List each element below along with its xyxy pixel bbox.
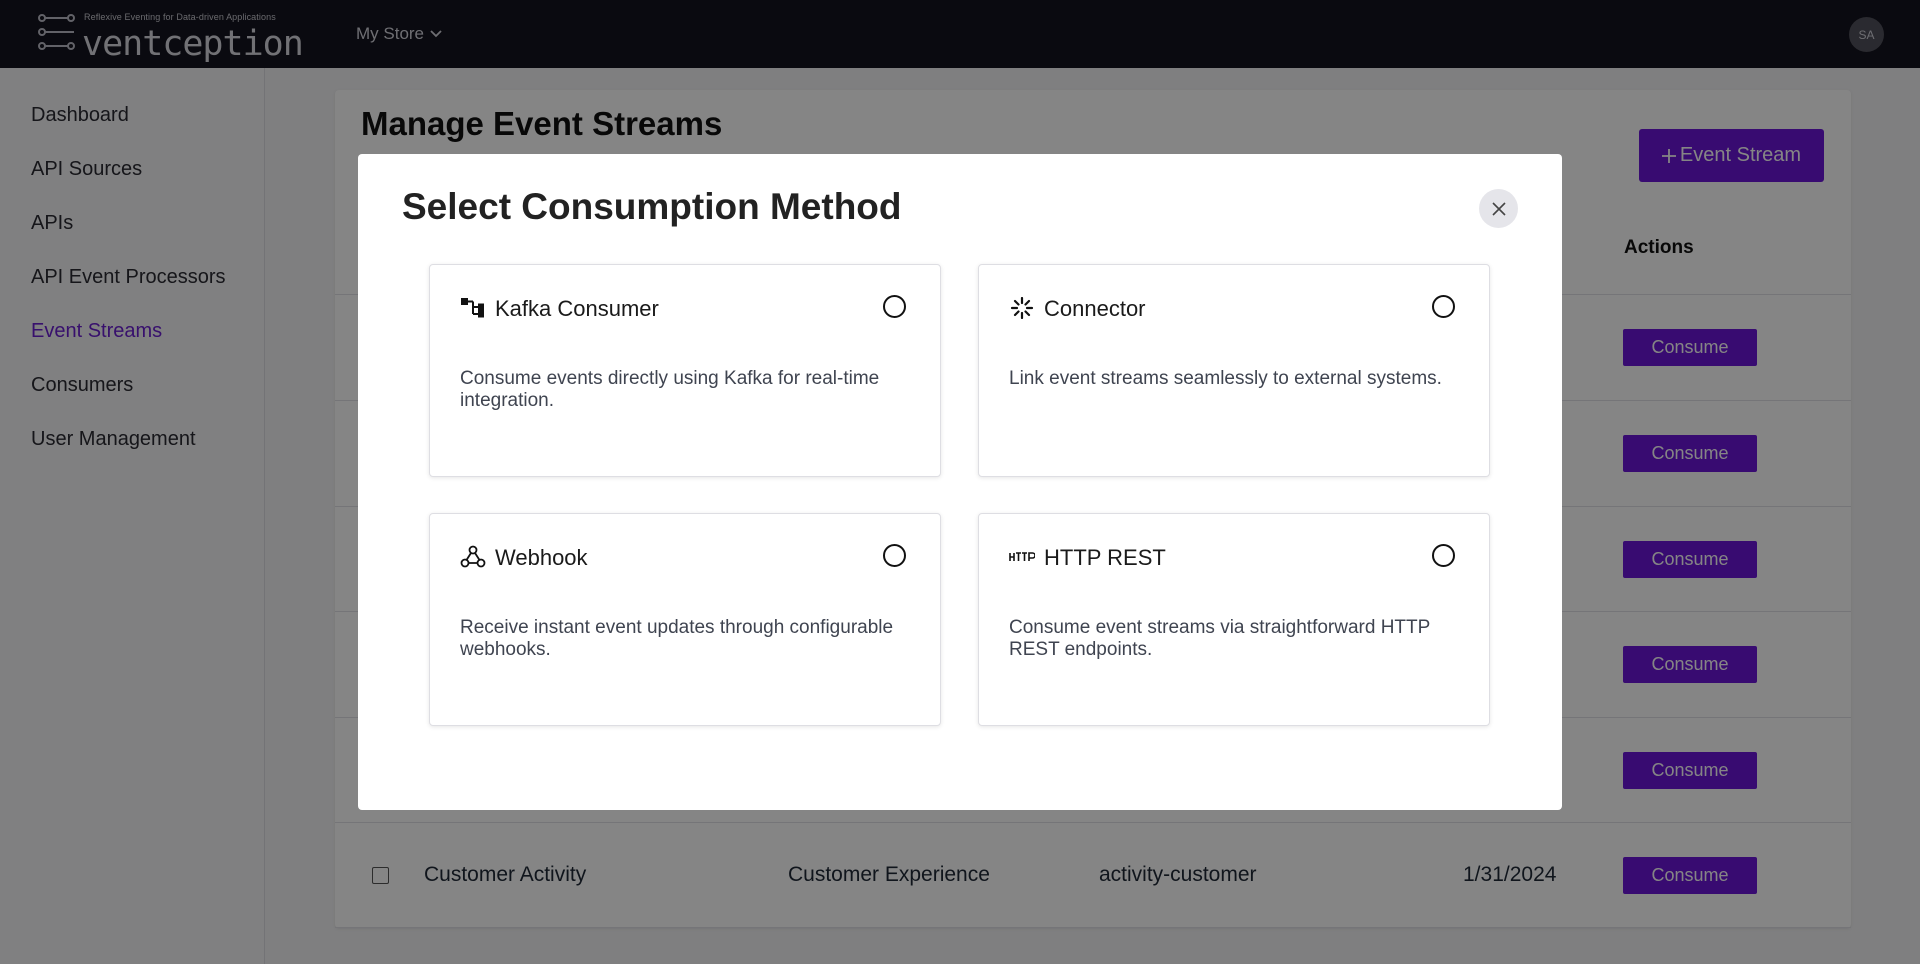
option-title: Kafka Consumer: [495, 296, 659, 321]
option-radio[interactable]: [1432, 544, 1455, 567]
consumption-method-modal: Select Consumption Method Kafka Consumer…: [358, 154, 1562, 810]
option-description: Consume events directly using Kafka for …: [460, 368, 880, 411]
option-description: Link event streams seamlessly to externa…: [1009, 368, 1442, 389]
option-connector[interactable]: Connector Link event streams seamlessly …: [978, 264, 1490, 477]
option-http-rest[interactable]: HTTP REST Consume event streams via stra…: [978, 513, 1490, 726]
option-radio[interactable]: [883, 295, 906, 318]
option-kafka-consumer[interactable]: Kafka Consumer Consume events directly u…: [429, 264, 941, 477]
option-radio[interactable]: [883, 544, 906, 567]
webhook-icon: [460, 545, 486, 568]
modal-title: Select Consumption Method: [402, 186, 902, 227]
close-button[interactable]: [1479, 189, 1518, 228]
option-description: Consume event streams via straightforwar…: [1009, 617, 1430, 660]
option-title: HTTP REST: [1044, 545, 1166, 570]
option-radio[interactable]: [1432, 295, 1455, 318]
option-webhook[interactable]: Webhook Receive instant event updates th…: [429, 513, 941, 726]
close-icon: [1491, 201, 1506, 216]
option-description: Receive instant event updates through co…: [460, 617, 894, 660]
option-title: Webhook: [495, 545, 588, 570]
kafka-icon: [460, 297, 486, 319]
http-icon: [1009, 546, 1035, 568]
option-title: Connector: [1044, 296, 1146, 321]
connector-icon: [1009, 297, 1035, 319]
